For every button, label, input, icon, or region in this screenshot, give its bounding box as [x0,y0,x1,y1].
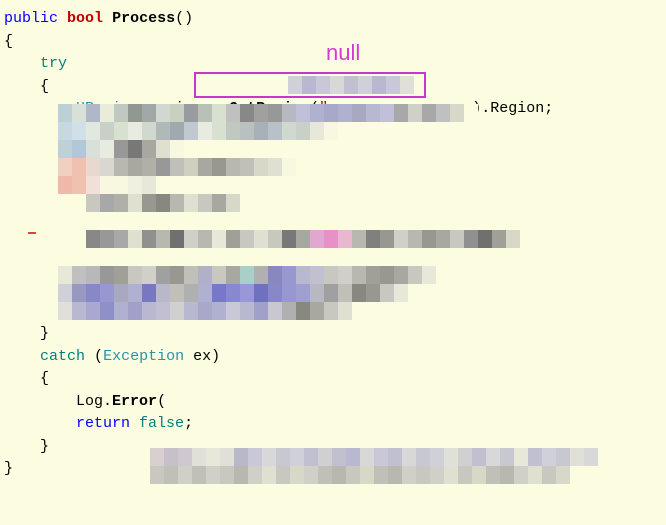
dot: . [103,393,112,410]
keyword-bool: bool [67,10,103,27]
brace-close: } [4,460,13,477]
keyword-false: false [139,415,184,432]
mosaic-blur-arg [288,76,414,94]
keyword-public: public [4,10,58,27]
error-method: Error [112,393,157,410]
parens: () [175,10,193,27]
paren-open: ( [157,393,166,410]
brace-open: { [40,78,49,95]
brace-open: { [4,33,13,50]
log-class: Log [76,393,103,410]
keyword-return: return [76,415,130,432]
mosaic-blur-log [150,448,630,484]
semicolon: ; [184,415,193,432]
brace-close: } [40,438,49,455]
red-underline-mark [28,232,36,234]
brace-close: } [40,325,49,342]
method-name: Process [112,10,175,27]
mosaic-blur-body [58,104,588,374]
brace-open: { [40,370,49,387]
keyword-try: try [40,55,67,72]
